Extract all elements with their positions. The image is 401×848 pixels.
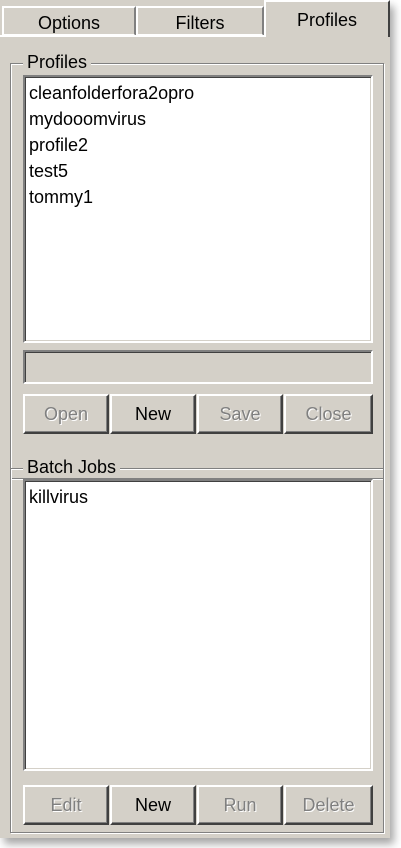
run-button[interactable]: Run — [197, 785, 283, 825]
open-button[interactable]: Open — [23, 394, 109, 434]
list-item[interactable]: profile2 — [29, 132, 367, 158]
profiles-group-title: Profiles — [23, 51, 92, 73]
tab-profiles-label: Profiles — [296, 10, 358, 30]
new-profile-button[interactable]: New — [110, 394, 196, 434]
batch-jobs-group: Batch Jobs killvirus Edit New Run Delete — [10, 456, 384, 833]
close-button[interactable]: Close — [284, 394, 373, 434]
new-batch-job-button[interactable]: New — [110, 785, 196, 825]
tab-options-label: Options — [37, 13, 101, 33]
profile-name-field[interactable] — [23, 350, 373, 384]
list-item[interactable]: tommy1 — [29, 184, 367, 210]
profiles-group: Profiles cleanfolderfora2opro mydooomvir… — [10, 51, 384, 479]
batch-jobs-group-title: Batch Jobs — [23, 456, 121, 478]
profiles-panel: Options Filters Profiles Profiles cleanf… — [0, 0, 390, 838]
batch-jobs-list[interactable]: killvirus — [23, 479, 373, 771]
tab-filters-label: Filters — [175, 13, 225, 33]
list-item[interactable]: killvirus — [29, 484, 367, 510]
tab-profiles[interactable]: Profiles — [264, 0, 390, 37]
list-item[interactable]: cleanfolderfora2opro — [29, 80, 367, 106]
tab-filters[interactable]: Filters — [136, 6, 264, 36]
list-item[interactable]: test5 — [29, 158, 367, 184]
tab-options[interactable]: Options — [2, 6, 136, 36]
save-button[interactable]: Save — [197, 394, 283, 434]
profiles-list[interactable]: cleanfolderfora2opro mydooomvirus profil… — [23, 75, 373, 343]
edit-button[interactable]: Edit — [23, 785, 109, 825]
delete-button[interactable]: Delete — [284, 785, 373, 825]
list-item[interactable]: mydooomvirus — [29, 106, 367, 132]
tab-content-profiles: Profiles cleanfolderfora2opro mydooomvir… — [0, 35, 390, 838]
